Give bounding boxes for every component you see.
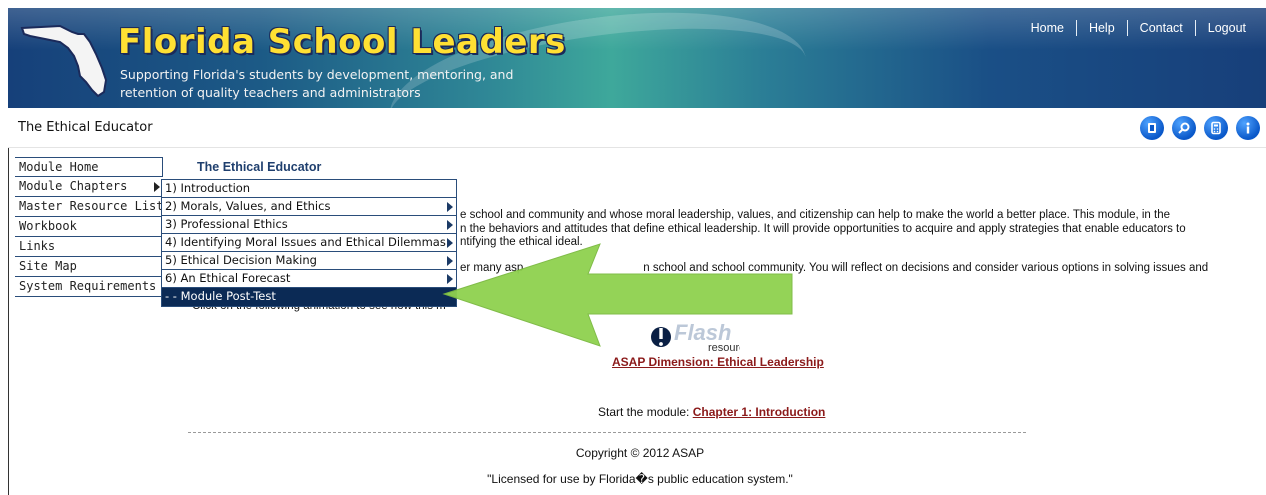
submenu-item-ethical-decision-making[interactable]: 5) Ethical Decision Making (162, 252, 456, 270)
menu-item-label: Links (19, 239, 56, 253)
menu-item-label: Workbook (19, 219, 77, 233)
menu-item-label: System Requirements (19, 279, 157, 293)
tagline-line-2: retention of quality teachers and admini… (120, 85, 421, 100)
menu-item-links[interactable]: Links (15, 237, 163, 257)
submenu-arrow-icon (447, 220, 453, 230)
menu-item-label: Module Chapters (19, 179, 128, 193)
content-left-border (8, 148, 9, 495)
submenu-item-module-post-test[interactable]: - - Module Post-Test (162, 288, 456, 306)
intro-line-1: e school and community and whose moral l… (460, 209, 1170, 221)
nav-help[interactable]: Help (1077, 21, 1127, 35)
menu-item-site-map[interactable]: Site Map (15, 257, 163, 277)
page-heading: The Ethical Educator (197, 160, 322, 174)
intro-line-2: n the behaviors and attitudes that defin… (460, 222, 1186, 235)
submenu-item-professional-ethics[interactable]: 3) Professional Ethics (162, 216, 456, 234)
submenu-item-label: 4) Identifying Moral Issues and Ethical … (165, 235, 446, 249)
header-banner: Florida School Leaders Supporting Florid… (8, 8, 1266, 108)
nav-home[interactable]: Home (1019, 21, 1076, 35)
menu-item-label: Site Map (19, 259, 77, 273)
menu-item-workbook[interactable]: Workbook (15, 217, 163, 237)
nav-logout[interactable]: Logout (1196, 21, 1258, 35)
submenu-item-identifying-moral-issues[interactable]: 4) Identifying Moral Issues and Ethical … (162, 234, 456, 252)
footer-divider (188, 432, 1026, 433)
flash-resource-link[interactable]: ASAP Dimension: Ethical Leadership (612, 355, 824, 369)
tagline-line-1: Supporting Florida's students by develop… (120, 67, 514, 82)
chapters-submenu: 1) Introduction 2) Morals, Values, and E… (161, 179, 457, 307)
start-module-line: Start the module: Chapter 1: Introductio… (598, 405, 825, 419)
submenu-item-morals-values-ethics[interactable]: 2) Morals, Values, and Ethics (162, 198, 456, 216)
copyright-text: Copyright © 2012 ASAP (575, 446, 705, 460)
submenu-arrow-icon (154, 182, 160, 192)
chapter-1-link[interactable]: Chapter 1: Introduction (693, 405, 826, 419)
book-icon[interactable] (1140, 116, 1164, 140)
search-icon[interactable] (1172, 116, 1196, 140)
menu-item-module-home[interactable]: Module Home (15, 157, 163, 177)
submenu-item-label: - - Module Post-Test (165, 289, 276, 303)
site-tagline: Supporting Florida's students by develop… (120, 66, 540, 102)
submenu-item-introduction[interactable]: 1) Introduction (162, 180, 456, 198)
site-title: Florida School Leaders (118, 22, 566, 62)
menu-item-label: Master Resource List (19, 199, 164, 213)
menu-item-system-requirements[interactable]: System Requirements (15, 277, 163, 297)
florida-map-icon (20, 24, 108, 98)
module-title-bar: The Ethical Educator (8, 108, 1266, 148)
submenu-item-label: 1) Introduction (165, 181, 251, 195)
submenu-arrow-icon (447, 202, 453, 212)
submenu-item-label: 5) Ethical Decision Making (165, 253, 317, 267)
nav-contact[interactable]: Contact (1128, 21, 1195, 35)
menu-item-master-resource-list[interactable]: Master Resource List (15, 197, 164, 217)
submenu-item-label: 2) Morals, Values, and Ethics (165, 199, 331, 213)
menu-item-module-chapters[interactable]: Module Chapters (15, 177, 163, 197)
submenu-item-label: 3) Professional Ethics (165, 217, 288, 231)
menu-item-label: Module Home (19, 160, 99, 174)
left-menu: Module Home Module Chapters Master Resou… (15, 157, 164, 297)
top-nav: Home Help Contact Logout (1019, 20, 1258, 36)
license-text: "Licensed for use by Florida�s public ed… (487, 472, 793, 486)
tool-icons (1140, 116, 1260, 140)
submenu-item-ethical-forecast[interactable]: 6) An Ethical Forecast (162, 270, 456, 288)
start-prefix: Start the module: (598, 405, 693, 419)
green-pointer-arrow-icon (442, 243, 793, 347)
info-icon[interactable] (1236, 116, 1260, 140)
calculator-icon[interactable] (1204, 116, 1228, 140)
module-title: The Ethical Educator (18, 120, 153, 135)
submenu-item-label: 6) An Ethical Forecast (165, 271, 291, 285)
